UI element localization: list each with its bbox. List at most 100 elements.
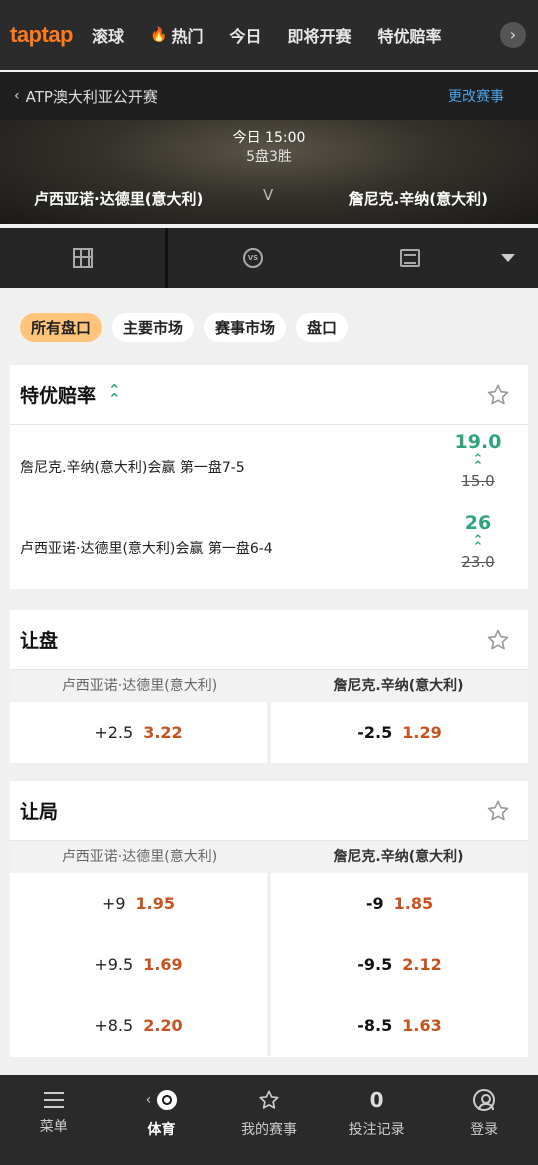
- odds-button[interactable]: -2.5 1.29: [271, 702, 528, 763]
- filter-match-markets[interactable]: 赛事市场: [204, 313, 287, 342]
- game-handicap-card: 让局 卢西亚诺·达德里(意大利) 詹尼克.辛纳(意大利) +9 1.95 +9.…: [10, 781, 528, 1057]
- back-to-event[interactable]: ‹ ATP澳大利亚公开赛: [14, 86, 158, 107]
- odds-value: 2.20: [143, 1016, 183, 1035]
- boosted-odds[interactable]: 26 ⌃ ⌃ 23.0: [448, 512, 508, 571]
- new-odds: 26: [464, 512, 492, 534]
- special-odds-selection: 卢西亚诺·达德里(意大利)会赢 第一盘6-4: [20, 541, 273, 557]
- tab-menu[interactable]: 菜单: [0, 1075, 108, 1165]
- hamburger-menu-icon: [43, 1092, 64, 1108]
- tab-sports-label: 体育: [147, 1122, 176, 1138]
- column-header-away: 詹尼克.辛纳(意大利): [333, 849, 464, 865]
- match-time: 今日 15:00: [232, 130, 306, 146]
- chevron-left-icon: ‹: [14, 88, 20, 104]
- special-odds-card: 特优赔率 ⌃ ⌃ 詹尼克.辛纳(意大利)会赢 第一盘7-5 19.0 ⌃ ⌃ 15.…: [10, 365, 528, 589]
- odds-button[interactable]: +2.5 3.22: [10, 702, 267, 763]
- old-odds: 23.0: [461, 553, 495, 572]
- odds-button[interactable]: -9 1.85: [271, 873, 528, 934]
- star-icon: [259, 1090, 279, 1109]
- tab-my-events-label: 我的赛事: [240, 1122, 297, 1138]
- handicap-odds-grid: +2.5 3.22 -2.5 1.29: [10, 702, 528, 763]
- odds-value: 1.69: [143, 955, 183, 974]
- handicap-line: +8.5: [94, 1016, 134, 1035]
- odds-value: 1.85: [393, 894, 434, 913]
- chevron-left-icon: ‹: [145, 1092, 152, 1108]
- handicap-line: -9: [365, 894, 384, 913]
- user-icon: [473, 1089, 496, 1111]
- odds-value: 1.63: [402, 1016, 442, 1035]
- caret-down-icon: [501, 254, 515, 262]
- logo[interactable]: taptap: [10, 22, 92, 48]
- odds-value: 3.22: [143, 723, 183, 742]
- bottom-tab-bar: 菜单 ‹ 体育 我的赛事 0 投注记录 登录: [0, 1075, 538, 1165]
- odds-value: 1.29: [402, 723, 442, 742]
- tab-menu-label: 菜单: [39, 1119, 68, 1135]
- tab-head-to-head[interactable]: VS: [168, 228, 338, 288]
- filter-handicap[interactable]: 盘口: [296, 313, 349, 342]
- old-odds: 15.0: [461, 472, 495, 491]
- star-favorite-icon[interactable]: [486, 628, 510, 652]
- nav-item-upcoming[interactable]: 即将开赛: [287, 23, 351, 47]
- filter-all-markets[interactable]: 所有盘口: [20, 313, 103, 342]
- nav-next-arrow-icon[interactable]: ›: [500, 22, 526, 48]
- game-handicap-column-headers: 卢西亚诺·达德里(意大利) 詹尼克.辛纳(意大利): [10, 841, 528, 873]
- odds-button[interactable]: -8.5 1.63: [271, 995, 528, 1056]
- scoreboard-icon: [72, 248, 93, 268]
- event-name: ATP澳大利亚公开赛: [25, 87, 158, 106]
- star-favorite-icon[interactable]: [486, 383, 510, 407]
- tab-sports[interactable]: ‹ 体育: [108, 1075, 216, 1165]
- handicap-line: -8.5: [357, 1016, 393, 1035]
- handicap-line: +9: [101, 894, 126, 913]
- odds-value: 2.12: [402, 955, 442, 974]
- tab-expand[interactable]: [486, 228, 530, 288]
- special-odds-row[interactable]: 卢西亚诺·达德里(意大利)会赢 第一盘6-4 26 ⌃ ⌃ 23.0: [10, 506, 528, 587]
- nav-item-special-odds[interactable]: 特优赔率: [378, 23, 442, 47]
- boosted-odds[interactable]: 19.0 ⌃ ⌃ 15.0: [448, 431, 508, 490]
- stats-sheet-icon: [400, 249, 420, 267]
- match-banner: 今日 15:00 5盘3胜 卢西亚诺·达德里(意大利) V 詹尼克.辛纳(意大利…: [0, 120, 538, 224]
- tab-scoreboard[interactable]: [0, 228, 165, 288]
- change-event-link[interactable]: 更改赛事: [448, 86, 504, 106]
- tab-my-events[interactable]: 我的赛事: [215, 1075, 323, 1165]
- vs-icon: VS: [243, 248, 263, 268]
- nav-item-live[interactable]: 滚球: [92, 23, 124, 47]
- away-team: 詹尼克.辛纳(意大利): [348, 190, 488, 208]
- handicap-line: +9.5: [94, 955, 134, 974]
- game-handicap-header[interactable]: 让局: [10, 781, 528, 841]
- odds-button[interactable]: +8.5 2.20: [10, 995, 267, 1056]
- handicap-line: -2.5: [357, 723, 393, 742]
- special-odds-title: 特优赔率: [20, 385, 97, 407]
- boost-up-icon: ⌃ ⌃: [472, 452, 484, 475]
- odds-button[interactable]: -9.5 2.12: [271, 934, 528, 995]
- tab-login[interactable]: 登录: [430, 1075, 538, 1165]
- handicap-title: 让盘: [20, 630, 59, 652]
- odds-button[interactable]: +9.5 1.69: [10, 934, 267, 995]
- handicap-header[interactable]: 让盘: [10, 610, 528, 670]
- fire-icon: 🔥: [150, 27, 168, 43]
- event-bar: ‹ ATP澳大利亚公开赛 更改赛事: [0, 72, 538, 120]
- new-odds: 19.0: [454, 431, 502, 453]
- special-odds-header[interactable]: 特优赔率 ⌃ ⌃: [10, 365, 528, 425]
- market-filters: 所有盘口 主要市场 赛事市场 盘口: [20, 313, 358, 342]
- soccer-ball-icon: [157, 1090, 178, 1110]
- column-header-home: 卢西亚诺·达德里(意大利): [61, 849, 218, 865]
- view-tabs: VS: [0, 228, 538, 288]
- tab-bet-record-label: 投注记录: [348, 1122, 405, 1138]
- handicap-column-headers: 卢西亚诺·达德里(意大利) 詹尼克.辛纳(意大利): [10, 670, 528, 702]
- filter-main-markets[interactable]: 主要市场: [112, 313, 195, 342]
- game-handicap-odds-grid: +9 1.95 +9.5 1.69 +8.5 2.20 -9 1.85 -9.5…: [10, 873, 528, 1056]
- nav-item-hot[interactable]: 🔥 热门: [150, 23, 203, 47]
- bet-count: 0: [369, 1088, 384, 1112]
- handicap-line: -9.5: [357, 955, 393, 974]
- handicap-line: +2.5: [94, 723, 134, 742]
- special-odds-row[interactable]: 詹尼克.辛纳(意大利)会赢 第一盘7-5 19.0 ⌃ ⌃ 15.0: [10, 425, 528, 506]
- star-favorite-icon[interactable]: [486, 799, 510, 823]
- home-team: 卢西亚诺·达德里(意大利): [34, 190, 204, 208]
- tab-bet-record[interactable]: 0 投注记录: [323, 1075, 431, 1165]
- odds-button[interactable]: +9 1.95: [10, 873, 267, 934]
- tab-login-label: 登录: [470, 1122, 499, 1138]
- nav-item-today[interactable]: 今日: [229, 23, 261, 47]
- boost-icon: ⌃ ⌃: [108, 380, 121, 408]
- top-nav: taptap 滚球 🔥 热门 今日 即将开赛 特优赔率 ›: [0, 0, 538, 70]
- tab-stats[interactable]: [330, 228, 490, 288]
- game-handicap-title: 让局: [20, 801, 59, 823]
